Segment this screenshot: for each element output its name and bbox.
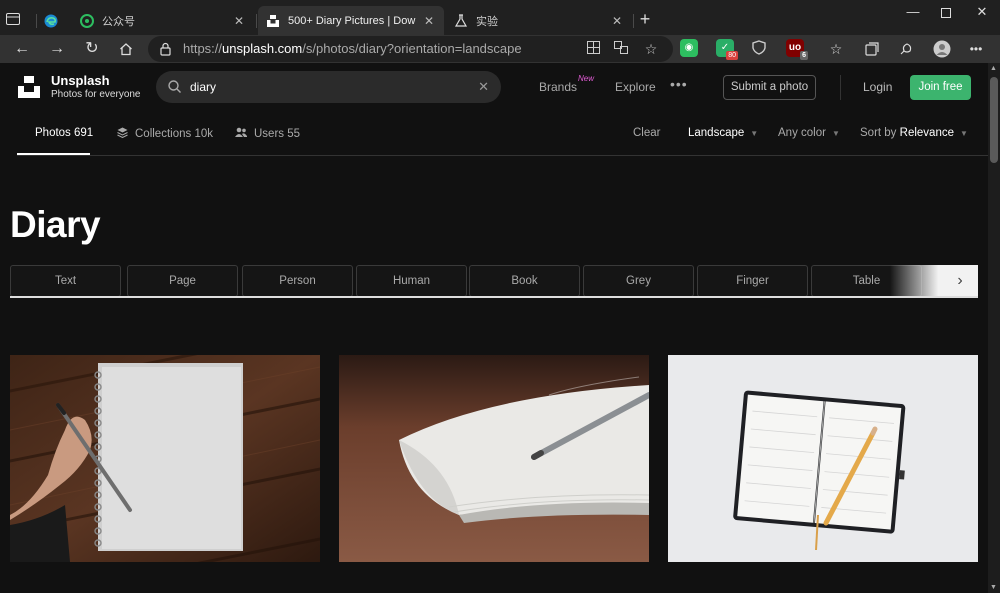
translate-icon[interactable] xyxy=(613,41,629,57)
new-badge: New xyxy=(578,74,595,83)
tab-edge[interactable] xyxy=(40,6,65,35)
users-icon xyxy=(235,127,247,140)
tag-chip[interactable]: Human xyxy=(356,265,467,297)
search-bar[interactable]: ✕ xyxy=(156,71,501,103)
tab-title: 公众号 xyxy=(102,15,135,28)
edge-icon xyxy=(44,14,58,28)
ublock-icon[interactable]: uo 6 xyxy=(786,39,808,60)
tab-collections[interactable]: Collections 10k xyxy=(117,127,213,141)
search-input[interactable] xyxy=(190,79,470,95)
lock-icon[interactable] xyxy=(160,42,171,61)
home-icon[interactable] xyxy=(116,39,136,59)
logo-tagline: Photos for everyone xyxy=(51,89,141,100)
tab-wechat-official[interactable]: 公众号 ✕ xyxy=(72,6,254,35)
new-tab-button[interactable]: + xyxy=(636,10,654,28)
flask-icon xyxy=(454,13,468,28)
chevron-right-icon[interactable]: › xyxy=(948,269,972,293)
unsplash-icon xyxy=(266,14,280,28)
scrollbar-thumb[interactable] xyxy=(990,77,998,163)
wechat-icon[interactable]: ✓ 80 xyxy=(716,39,738,60)
chevron-down-icon: ▼ xyxy=(750,128,759,138)
tab-strip: 公众号 ✕ 500+ Diary Pictures | Download F ✕… xyxy=(0,0,1000,35)
tab-photos[interactable]: Photos 691 xyxy=(35,127,93,139)
unsplash-page: Unsplash Photos for everyone ✕ Brands Ne… xyxy=(0,63,988,593)
tab-unsplash[interactable]: 500+ Diary Pictures | Download F ✕ xyxy=(258,6,444,35)
tab-experiment[interactable]: 实验 ✕ xyxy=(446,6,632,35)
login-link[interactable]: Login xyxy=(863,80,892,94)
related-tags: Text Page Person Human Book Grey Finger … xyxy=(10,265,978,297)
close-icon[interactable]: ✕ xyxy=(422,14,436,28)
photo-notebook-hand[interactable] xyxy=(10,355,320,562)
close-window-icon[interactable]: ✕ xyxy=(970,4,994,20)
minimize-icon[interactable]: — xyxy=(901,4,925,19)
scroll-down-icon[interactable]: ▼ xyxy=(990,584,997,591)
orientation-filter[interactable]: Landscape ▼ xyxy=(688,127,758,139)
back-arrow-icon[interactable]: ← xyxy=(12,39,32,59)
filters-divider xyxy=(17,155,988,156)
favorites-icon[interactable]: ☆ xyxy=(826,39,846,59)
feedback-icon[interactable] xyxy=(896,39,916,59)
color-filter[interactable]: Any color ▼ xyxy=(778,127,840,139)
profile-avatar[interactable] xyxy=(932,39,952,59)
page-scrollbar[interactable]: ▲ ▼ xyxy=(988,63,1000,593)
unsplash-logo[interactable] xyxy=(17,75,41,99)
photo-planner[interactable] xyxy=(668,355,978,562)
collections-icon xyxy=(117,127,128,141)
app-grid-icon[interactable] xyxy=(585,41,601,57)
join-free-button[interactable]: Join free xyxy=(910,75,971,100)
nav-explore[interactable]: Explore xyxy=(615,80,656,94)
shield-icon[interactable] xyxy=(750,39,768,57)
close-icon[interactable]: ✕ xyxy=(610,14,624,28)
wechat-official-icon xyxy=(80,13,94,28)
chevron-down-icon: ▼ xyxy=(831,128,840,138)
search-icon[interactable] xyxy=(168,80,181,98)
forward-arrow-icon[interactable]: → xyxy=(47,39,67,59)
url-text[interactable]: https://unsplash.com/s/photos/diary?orie… xyxy=(183,41,522,56)
maximize-icon[interactable] xyxy=(934,4,958,21)
tag-chip[interactable]: Book xyxy=(469,265,580,297)
tags-divider xyxy=(10,296,978,298)
evernote-icon[interactable]: ◉ xyxy=(680,39,698,57)
close-icon[interactable]: ✕ xyxy=(232,14,246,28)
tag-chip[interactable]: Grey xyxy=(583,265,694,297)
submit-photo-button[interactable]: Submit a photo xyxy=(723,75,816,100)
clear-search-icon[interactable]: ✕ xyxy=(478,79,489,95)
clear-filters-button[interactable]: Clear xyxy=(633,127,660,139)
tag-chip[interactable]: Person xyxy=(242,265,353,297)
header-divider xyxy=(840,75,841,100)
tag-chip[interactable]: Page xyxy=(127,265,238,297)
tab-actions-icon[interactable] xyxy=(6,10,30,28)
address-bar[interactable]: https://unsplash.com/s/photos/diary?orie… xyxy=(148,36,673,62)
collections-icon[interactable] xyxy=(862,39,882,59)
more-menu-icon[interactable]: ••• xyxy=(670,76,688,92)
photo-open-notebook[interactable] xyxy=(339,355,649,562)
logo-name[interactable]: Unsplash xyxy=(51,73,110,88)
tag-chip[interactable]: Text xyxy=(10,265,121,297)
page-title: Diary xyxy=(10,204,101,245)
tab-title: 实验 xyxy=(476,15,498,28)
settings-more-icon[interactable]: ••• xyxy=(966,39,986,59)
browser-toolbar: ← → ↻ https://unsplash.com/s/photos/diar… xyxy=(0,35,1000,63)
sort-filter[interactable]: Sort by Relevance ▼ xyxy=(860,127,968,139)
tab-users[interactable]: Users 55 xyxy=(235,127,300,140)
tag-chip[interactable]: Finger xyxy=(697,265,808,297)
scroll-up-icon[interactable]: ▲ xyxy=(990,65,997,72)
chevron-down-icon: ▼ xyxy=(959,128,968,138)
nav-brands[interactable]: Brands xyxy=(539,80,577,94)
tab-title: 500+ Diary Pictures | Download F xyxy=(288,14,416,27)
refresh-icon[interactable]: ↻ xyxy=(82,39,102,59)
favorite-star-icon[interactable]: ☆ xyxy=(643,41,659,57)
